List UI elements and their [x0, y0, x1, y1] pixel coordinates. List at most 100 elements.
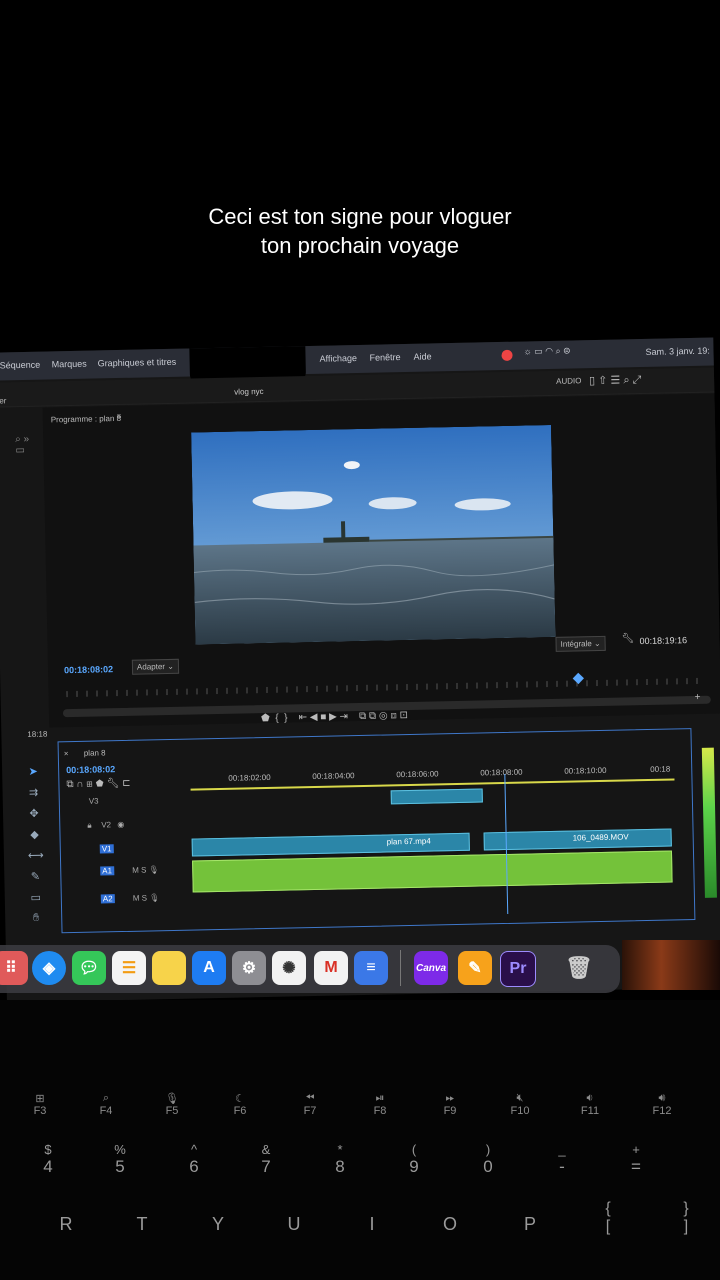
messages-icon[interactable]: 💬︎	[72, 951, 106, 985]
key-t[interactable]: T	[122, 1214, 162, 1235]
key-o[interactable]: O	[430, 1214, 470, 1235]
key-left-bracket-top: {	[605, 1200, 611, 1217]
settings-gear-icon[interactable]: ⚙︎	[232, 951, 266, 985]
key-9[interactable]: (9	[394, 1142, 434, 1177]
program-video-frame	[191, 424, 556, 645]
track-v3-header: V3	[59, 795, 189, 820]
timeline-tool-icons[interactable]: ⧉ ∩ ⊞ ⬟ 🔧︎ ⊏	[66, 778, 130, 790]
program-timecode[interactable]: 00:18:08:02	[64, 664, 113, 675]
key-4[interactable]: $4	[28, 1142, 68, 1177]
key-6[interactable]: ^ 6	[174, 1142, 214, 1177]
lock-icon[interactable]: 🔒︎	[87, 821, 91, 831]
slip-tool-icon[interactable]: ⟷	[28, 849, 44, 863]
fit-dropdown-value: Adapter	[136, 662, 166, 672]
key-r[interactable]: R	[46, 1214, 86, 1235]
menu-markers[interactable]: Marques	[52, 359, 87, 370]
project-title: vlog nyc	[234, 386, 264, 397]
key-f10-label: F10	[510, 1105, 530, 1117]
sequence-tab-close[interactable]: ×	[64, 749, 69, 758]
premiere-pro-icon[interactable]: Pr	[500, 951, 536, 987]
key-f9[interactable]: ⏩︎ F9	[430, 1092, 470, 1117]
track-v1-label[interactable]: V1	[99, 844, 114, 854]
fit-dropdown[interactable]: Adapter ⌄	[131, 658, 180, 675]
side-panel-icons[interactable]: ⌕ » ▭	[15, 434, 29, 456]
program-panel-title: Programme : plan 8	[50, 413, 122, 425]
key-0[interactable]: ) 0	[468, 1142, 508, 1177]
panel-menu-icon[interactable]: ≡	[117, 412, 122, 421]
key-equals[interactable]: + =	[616, 1142, 656, 1177]
track-a2-label[interactable]: A2	[100, 894, 115, 904]
notes-icon[interactable]	[152, 951, 186, 985]
trash-icon[interactable]: 🗑︎	[562, 951, 596, 985]
selection-tool-icon[interactable]: ➤	[26, 765, 40, 779]
menu-sequence[interactable]: Séquence	[0, 360, 40, 371]
v3-clips[interactable]	[390, 788, 483, 805]
track-select-icon[interactable]: ⇉	[26, 786, 40, 800]
key-f7-label: F7	[303, 1105, 317, 1117]
docs-icon[interactable]: ≡	[354, 951, 388, 985]
program-duration: 00:18:19:16	[639, 635, 688, 647]
key-f3[interactable]: ⊞ F3	[20, 1092, 60, 1117]
key-p[interactable]: P	[510, 1214, 550, 1235]
header-icons[interactable]: ▯ ⇧ ☰ ⌕ ⤢	[589, 373, 642, 388]
mute-solo-icons-a2[interactable]: M S 🎙︎	[133, 893, 160, 903]
menu-view[interactable]: Affichage	[319, 353, 357, 364]
safari-icon[interactable]: ◈	[32, 951, 66, 985]
key-minus[interactable]: _ -	[542, 1142, 582, 1177]
key-7-top: &	[261, 1142, 271, 1157]
key-f5[interactable]: 🎙︎ F5	[152, 1092, 192, 1117]
mute-solo-icons[interactable]: M S 🎙︎	[132, 865, 159, 875]
caption-line-1: Ceci est ton signe pour vloguer	[208, 204, 512, 229]
key-f8[interactable]: ⏯︎ F8	[360, 1092, 400, 1117]
rectangle-tool-icon[interactable]: ▭	[29, 891, 43, 905]
key-f11[interactable]: 🔉︎ F11	[570, 1092, 610, 1117]
key-7[interactable]: & 7	[246, 1142, 286, 1177]
laptop-screen: Séquence Marques Graphiques et titres Af…	[0, 337, 720, 1003]
ripple-edit-icon[interactable]: ✥	[27, 807, 41, 821]
key-6-bottom: 6	[189, 1157, 199, 1176]
reminders-icon[interactable]: ☰	[112, 951, 146, 985]
add-button-icon[interactable]: +	[695, 692, 701, 703]
canva-icon-label: Canva	[415, 962, 446, 974]
key-u[interactable]: U	[274, 1214, 314, 1235]
gmail-icon[interactable]: M	[314, 951, 348, 985]
quality-dropdown[interactable]: Intégrale ⌄	[555, 635, 606, 652]
key-right-bracket[interactable]: }]	[666, 1200, 706, 1236]
key-f12[interactable]: 🔊︎ F12	[642, 1092, 682, 1117]
canva-icon[interactable]: Canva	[414, 951, 448, 985]
key-f6[interactable]: ☾ F6	[220, 1092, 260, 1117]
chatgpt-icon[interactable]: ✺	[272, 951, 306, 985]
sequence-tab[interactable]: plan 8	[84, 748, 106, 757]
menu-help[interactable]: Aide	[413, 351, 431, 361]
eye-icon[interactable]: ◉	[117, 820, 124, 829]
menu-window[interactable]: Fenêtre	[369, 352, 400, 363]
track-a1-label[interactable]: A1	[100, 866, 115, 876]
pages-icon[interactable]: ✎	[458, 951, 492, 985]
key-y[interactable]: Y	[198, 1214, 238, 1235]
key-5[interactable]: % 5	[100, 1142, 140, 1177]
menubar-clock[interactable]: Sam. 3 janv. 19:	[645, 346, 710, 357]
key-f4-label: F4	[99, 1105, 113, 1117]
key-f4[interactable]: ⌕ F4	[86, 1092, 126, 1117]
side-timecode: 18:18	[27, 729, 48, 739]
wrench-icon[interactable]: 🔧︎	[621, 633, 634, 644]
timeline-timecode[interactable]: 00:18:08:02	[66, 764, 115, 775]
workspace-audio[interactable]: AUDIO	[556, 376, 582, 386]
launchpad-icon[interactable]: ⠿	[0, 951, 28, 985]
key-f6-label: F6	[233, 1105, 247, 1117]
key-f7[interactable]: ⏪︎ F7	[290, 1092, 330, 1117]
key-i[interactable]: I	[352, 1214, 392, 1235]
ruler-time-4: 00:18:08:00	[480, 767, 523, 778]
transport-controls[interactable]: ⬟ { } ⇤ ◀ ■ ▶ ⇥ ⧉ ⧉ ◎ ⧈ ⊡	[261, 710, 408, 724]
key-f10[interactable]: 🔇︎ F10	[500, 1092, 540, 1117]
key-4-top: $	[44, 1142, 52, 1157]
key-8[interactable]: * 8	[320, 1142, 360, 1177]
hand-tool-icon[interactable]: ✋︎	[29, 912, 43, 926]
razor-tool-icon[interactable]: ◆	[27, 828, 41, 842]
pen-tool-icon[interactable]: ✎	[28, 870, 42, 884]
menu-graphics[interactable]: Graphiques et titres	[98, 357, 177, 369]
ruler-time-6: 00:18	[650, 764, 671, 774]
app-store-icon[interactable]: A	[192, 951, 226, 985]
key-left-bracket[interactable]: {[	[588, 1200, 628, 1236]
caption-line-2: ton prochain voyage	[260, 233, 460, 258]
